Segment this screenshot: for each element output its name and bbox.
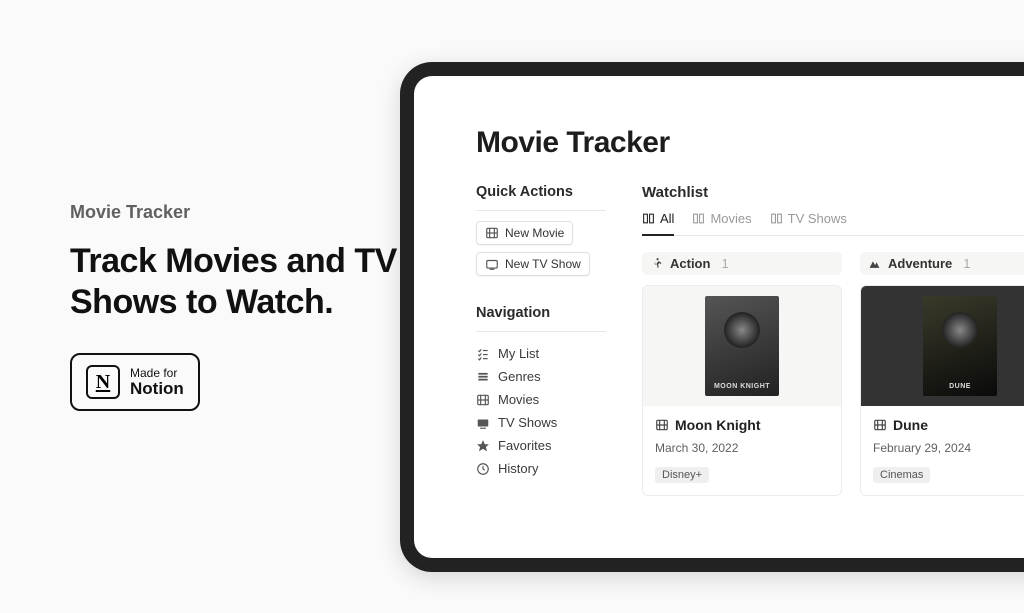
promo-subtitle: Movie Tracker [70,202,400,223]
nav-label: TV Shows [498,415,557,430]
list-check-icon [476,347,490,361]
main-content: Watchlist All Movies TV Shows [642,184,1024,496]
group-name: Adventure [888,256,952,271]
card-poster: DUNE [861,286,1024,406]
new-movie-label: New Movie [505,226,564,240]
nav-label: Movies [498,392,539,407]
nav-item-tv-shows[interactable]: TV Shows [476,411,606,434]
card-dune[interactable]: DUNE Dune February 29, 2024 Cinemas [860,285,1024,496]
made-for-notion-badge: N Made for Notion [70,353,200,411]
group-header-adventure[interactable]: Adventure 1 [860,252,1024,275]
watchlist-tabs: All Movies TV Shows [642,211,1024,236]
divider [476,331,606,332]
film-icon [655,418,669,432]
promo-section: Movie Tracker Track Movies and TV Shows … [0,202,400,412]
card-title: Dune [893,417,928,433]
film-icon [476,393,490,407]
quick-actions-heading: Quick Actions [476,184,606,200]
group-count: 1 [963,256,970,271]
card-title: Moon Knight [675,417,761,433]
group-count: 1 [721,256,728,271]
film-icon [873,418,887,432]
nav-item-genres[interactable]: Genres [476,365,606,388]
watchlist-heading: Watchlist [642,184,1024,201]
nav-label: Genres [498,369,541,384]
nav-label: My List [498,346,539,361]
card-tag: Disney+ [655,467,709,483]
notion-page: Movie Tracker Quick Actions New Movie Ne… [414,76,1024,496]
nav-item-movies[interactable]: Movies [476,388,606,411]
nav-item-favorites[interactable]: Favorites [476,434,606,457]
tab-tv-shows[interactable]: TV Shows [770,211,847,236]
gallery-icon [770,212,783,225]
tv-icon [485,257,499,271]
tab-movies[interactable]: Movies [692,211,751,236]
card-poster: MOON KNIGHT [643,286,841,406]
group-adventure: Adventure 1 DUNE Dune [860,252,1024,496]
group-header-action[interactable]: Action 1 [642,252,842,275]
nav-label: History [498,461,538,476]
mountain-icon [868,257,881,270]
tab-all[interactable]: All [642,211,674,236]
new-tv-show-button[interactable]: New TV Show [476,252,590,276]
page-title: Movie Tracker [476,126,1024,160]
tab-label: Movies [710,211,751,226]
card-date: March 30, 2022 [655,441,829,455]
card-moon-knight[interactable]: MOON KNIGHT Moon Knight March 30, 2022 D… [642,285,842,496]
new-tv-show-label: New TV Show [505,257,581,271]
star-icon [476,439,490,453]
group-action: Action 1 MOON KNIGHT Moon Knight [642,252,842,496]
film-icon [485,226,499,240]
run-icon [650,257,663,270]
gallery-icon [642,212,655,225]
tab-label: TV Shows [788,211,847,226]
navigation-heading: Navigation [476,305,606,321]
tablet-mockup: Movie Tracker Quick Actions New Movie Ne… [400,62,1024,572]
promo-title: Track Movies and TV Shows to Watch. [70,241,400,324]
nav-label: Favorites [498,438,551,453]
nav-item-history[interactable]: History [476,457,606,480]
new-movie-button[interactable]: New Movie [476,221,573,245]
card-tag: Cinemas [873,467,930,483]
tab-label: All [660,211,674,226]
clock-icon [476,462,490,476]
sidebar: Quick Actions New Movie New TV Show Navi… [476,184,606,496]
made-for-notion-text: Made for Notion [130,367,184,399]
poster-image: DUNE [923,296,997,396]
tv-icon [476,416,490,430]
group-name: Action [670,256,710,271]
nav-item-my-list[interactable]: My List [476,342,606,365]
divider [476,210,606,211]
gallery-icon [692,212,705,225]
notion-logo-icon: N [86,365,120,399]
stack-icon [476,370,490,384]
poster-image: MOON KNIGHT [705,296,779,396]
card-date: February 29, 2024 [873,441,1024,455]
